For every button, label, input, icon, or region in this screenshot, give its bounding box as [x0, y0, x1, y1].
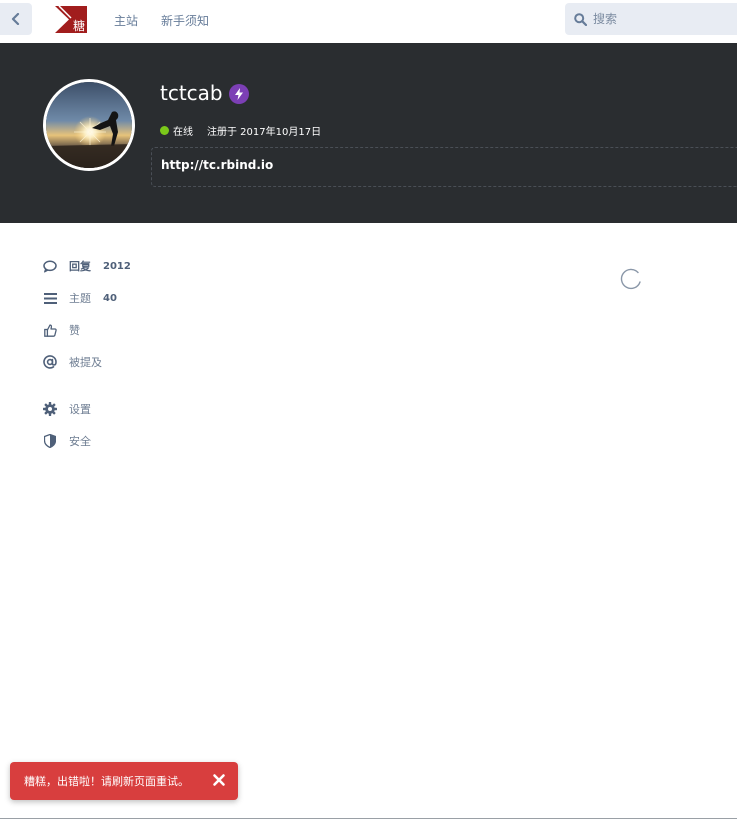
sidebar-item-replies[interactable]: 回复 2012 — [43, 256, 131, 276]
site-logo[interactable]: 糖 — [55, 5, 87, 33]
online-status: 在线 — [173, 127, 193, 138]
search-box[interactable] — [565, 3, 737, 35]
back-button[interactable] — [0, 3, 32, 35]
badge[interactable] — [229, 84, 249, 104]
profile-hero: tctcab 在线 注册于 2017年10月17日 http://tc.rbin… — [0, 43, 737, 223]
at-icon — [43, 355, 57, 369]
gear-icon — [43, 402, 57, 416]
sidebar-item-label: 安全 — [69, 435, 91, 448]
username: tctcab — [160, 81, 223, 105]
sidebar-item-label: 赞 — [69, 324, 80, 337]
status-row: 在线 注册于 2017年10月17日 — [160, 123, 321, 138]
registration-date: 注册于 2017年10月17日 — [207, 127, 322, 138]
sidebar-item-label: 被提及 — [69, 356, 102, 369]
lightning-icon — [235, 88, 243, 100]
sidebar-item-mentions[interactable]: 被提及 — [43, 352, 102, 372]
search-icon — [574, 12, 587, 26]
sidebar-item-label: 回复 — [69, 260, 91, 273]
search-input[interactable] — [593, 12, 733, 26]
sidebar-item-count: 2012 — [103, 260, 131, 272]
shield-icon — [43, 434, 57, 448]
sidebar-item-count: 40 — [103, 292, 117, 304]
sidebar-item-settings[interactable]: 设置 — [43, 399, 91, 419]
sidebar-item-topics[interactable]: 主题 40 — [43, 288, 117, 308]
alert-message: 糟糕，出错啦！请刷新页面重试。 — [24, 775, 189, 788]
sidebar-item-label: 主题 — [69, 292, 91, 305]
list-icon — [43, 291, 57, 305]
close-icon[interactable] — [212, 773, 226, 787]
nav-link-main-site[interactable]: 主站 — [114, 12, 138, 29]
thumbs-up-icon — [43, 323, 57, 337]
nav-link-newbie-guide[interactable]: 新手须知 — [161, 12, 209, 29]
avatar[interactable] — [43, 79, 135, 171]
sidebar-item-likes[interactable]: 赞 — [43, 320, 80, 340]
error-alert: 糟糕，出错啦！请刷新页面重试。 — [10, 762, 238, 800]
online-status-icon — [160, 126, 169, 135]
comment-icon — [43, 259, 57, 273]
bio-text: http://tc.rbind.io — [161, 158, 274, 172]
sidebar-item-label: 设置 — [69, 403, 91, 416]
sidebar-item-security[interactable]: 安全 — [43, 431, 91, 451]
chevron-left-icon — [11, 13, 20, 25]
bio-field[interactable]: http://tc.rbind.io — [151, 147, 737, 187]
svg-text:糖: 糖 — [73, 18, 85, 33]
bottom-divider — [0, 818, 737, 819]
loading-spinner-icon — [620, 268, 641, 290]
top-bar: 糖 主站 新手须知 — [0, 0, 737, 43]
